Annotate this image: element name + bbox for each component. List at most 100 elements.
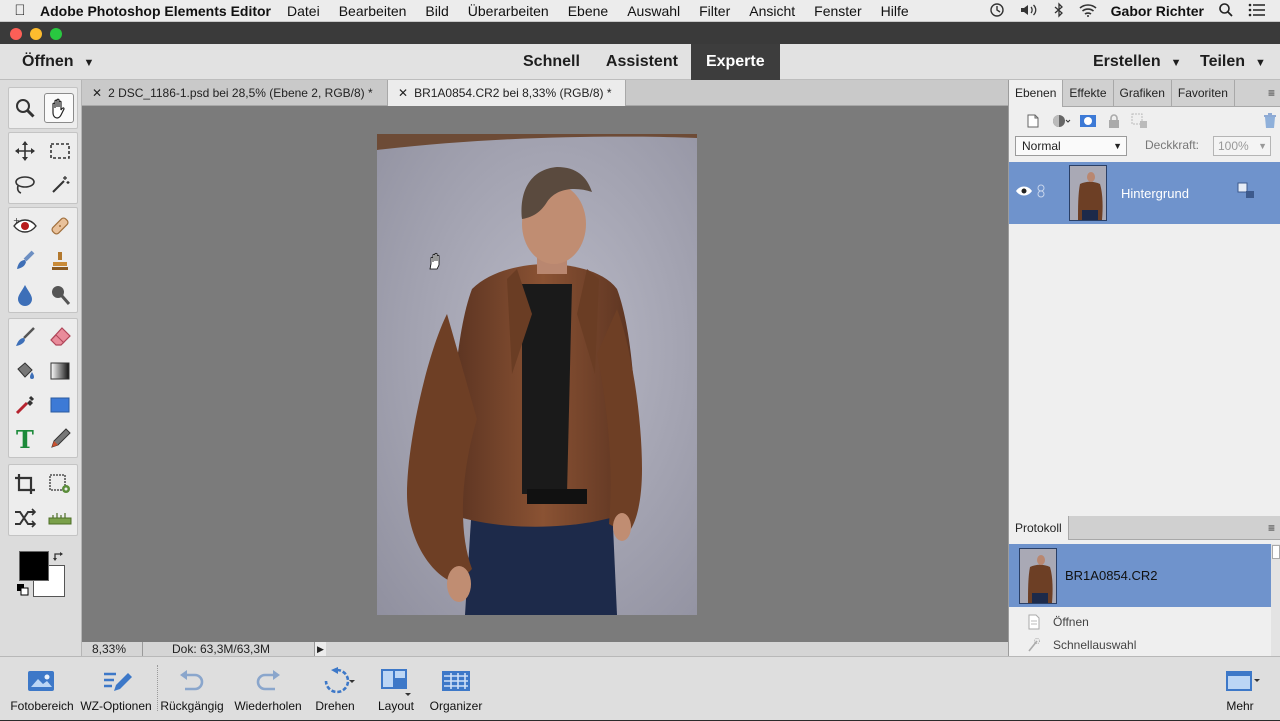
brush-tool-icon[interactable] [10, 322, 40, 352]
tab-protokoll[interactable]: Protokoll [1009, 516, 1069, 540]
menu-filter[interactable]: Filter [699, 3, 730, 19]
eyedropper-icon[interactable] [10, 390, 40, 420]
more-button[interactable]: Mehr [1198, 657, 1280, 721]
scrollbar-thumb[interactable] [1272, 545, 1280, 559]
layer-name[interactable]: Hintergrund [1121, 186, 1189, 201]
menu-ueberarbeiten[interactable]: Überarbeiten [468, 3, 549, 19]
swap-colors-icon[interactable] [52, 550, 66, 569]
menu-ansicht[interactable]: Ansicht [749, 3, 795, 19]
protocol-scrollbar[interactable] [1271, 544, 1280, 656]
history-snapshot[interactable]: BR1A0854.CR2 [1009, 544, 1271, 607]
tab-favoriten[interactable]: Favoriten [1172, 80, 1235, 107]
clone-stamp-icon[interactable] [45, 246, 75, 276]
new-layer-icon[interactable] [1025, 113, 1041, 134]
status-menu-arrow-icon[interactable]: ▶ [314, 642, 326, 656]
history-step-label: Öffnen [1053, 615, 1089, 629]
lock-transparency-icon[interactable] [1131, 113, 1149, 134]
shape-tool-icon[interactable] [45, 390, 75, 420]
tab-experte[interactable]: Experte [690, 44, 780, 80]
organizer-button[interactable]: Organizer [414, 657, 498, 721]
gradient-tool-icon[interactable] [45, 356, 75, 386]
user-menu[interactable]: Gabor Richter [1111, 3, 1204, 19]
toolbox: + T [0, 80, 82, 656]
recompose-tool-icon[interactable] [45, 469, 75, 499]
menu-datei[interactable]: Datei [287, 3, 320, 19]
zoom-tool-icon[interactable] [10, 93, 40, 123]
red-eye-tool-icon[interactable]: + [10, 211, 40, 241]
crop-tool-icon[interactable] [10, 469, 40, 499]
tab-schnell[interactable]: Schnell [510, 44, 593, 80]
spot-healing-brush-icon[interactable] [45, 211, 75, 241]
text-tool-icon[interactable]: T [10, 424, 40, 454]
protocol-panel: Protokoll ≡ BR1A0854.CR2 Öffnen Schnella… [1008, 516, 1280, 656]
lasso-tool-icon[interactable] [10, 170, 40, 200]
history-step[interactable]: Öffnen [1009, 612, 1271, 632]
close-icon[interactable]: ✕ [398, 86, 408, 100]
tab-grafiken[interactable]: Grafiken [1114, 80, 1172, 107]
chevron-down-icon: ▼ [83, 57, 95, 69]
lock-all-icon[interactable] [1107, 113, 1121, 134]
zoom-window-icon[interactable] [50, 28, 62, 40]
menu-fenster[interactable]: Fenster [814, 3, 861, 19]
minimize-window-icon[interactable] [30, 28, 42, 40]
blend-mode-select[interactable]: Normal ▼ [1015, 136, 1127, 156]
svg-text:+: + [13, 216, 20, 225]
document-photo[interactable] [377, 134, 697, 615]
link-layer-icon[interactable] [1037, 184, 1045, 203]
history-step[interactable]: Schnellauswahl [1009, 635, 1271, 655]
notification-center-icon[interactable] [1248, 3, 1266, 20]
app-name-menu[interactable]: Adobe Photoshop Elements Editor [40, 3, 271, 19]
magic-wand-icon[interactable] [45, 170, 75, 200]
menu-hilfe[interactable]: Hilfe [881, 3, 909, 19]
blur-tool-icon[interactable] [10, 280, 40, 310]
sponge-tool-icon[interactable] [45, 280, 75, 310]
visibility-eye-icon[interactable] [1015, 184, 1033, 202]
pencil-tool-icon[interactable] [45, 424, 75, 454]
tool-group-draw: T [8, 318, 78, 458]
apple-menu-icon[interactable]:  [0, 2, 40, 19]
time-machine-icon[interactable] [989, 2, 1005, 21]
menu-ebene[interactable]: Ebene [568, 3, 608, 19]
volume-icon[interactable] [1019, 2, 1039, 21]
zoom-level[interactable]: 8,33% [92, 642, 126, 656]
close-icon[interactable]: ✕ [92, 86, 102, 100]
smart-brush-icon[interactable] [10, 246, 40, 276]
menu-auswahl[interactable]: Auswahl [627, 3, 680, 19]
panel-menu-icon[interactable]: ≡ [1069, 516, 1280, 539]
wifi-icon[interactable] [1079, 3, 1097, 20]
hand-tool-icon[interactable] [44, 93, 74, 123]
panel-menu-icon[interactable]: ≡ [1235, 80, 1280, 106]
tab-assistent[interactable]: Assistent [593, 44, 691, 80]
chevron-down-icon: ▼ [1258, 141, 1267, 151]
tab-effekte[interactable]: Effekte [1063, 80, 1114, 107]
rectangle-marquee-icon[interactable] [45, 136, 75, 166]
content-aware-move-icon[interactable] [10, 503, 40, 533]
doc-tab-active[interactable]: ✕ BR1A0854.CR2 bei 8,33% (RGB/8) * [388, 80, 626, 106]
menu-bild[interactable]: Bild [425, 3, 448, 19]
blend-mode-value: Normal [1022, 139, 1061, 153]
opacity-input[interactable]: 100% ▼ [1213, 136, 1271, 156]
straighten-tool-icon[interactable] [45, 503, 75, 533]
canvas-area[interactable] [82, 106, 1008, 642]
bluetooth-icon[interactable] [1053, 1, 1065, 21]
foreground-color-swatch[interactable] [19, 551, 49, 581]
status-bar: 8,33% Dok: 63,3M/63,3M ▶ [82, 642, 1008, 656]
create-button[interactable]: Erstellen ▼ [1093, 44, 1181, 80]
move-tool-icon[interactable] [10, 136, 40, 166]
menu-bearbeiten[interactable]: Bearbeiten [339, 3, 407, 19]
default-colors-icon[interactable] [17, 583, 29, 601]
share-button[interactable]: Teilen ▼ [1200, 44, 1266, 80]
spotlight-search-icon[interactable] [1218, 2, 1234, 21]
layer-row[interactable]: Hintergrund [1009, 162, 1280, 224]
delete-layer-icon[interactable] [1263, 113, 1277, 134]
doc-tab[interactable]: ✕ 2 DSC_1186-1.psd bei 28,5% (Ebene 2, RG… [82, 80, 388, 106]
tab-ebenen[interactable]: Ebenen [1009, 80, 1064, 107]
layer-mask-icon[interactable] [1079, 113, 1097, 134]
document-tabs: ✕ 2 DSC_1186-1.psd bei 28,5% (Ebene 2, RG… [82, 80, 1008, 106]
divider [142, 642, 143, 656]
open-button[interactable]: Öffnen ▼ [22, 44, 94, 80]
adjustment-layer-icon[interactable] [1051, 113, 1071, 134]
close-window-icon[interactable] [10, 28, 22, 40]
eraser-tool-icon[interactable] [45, 322, 75, 352]
paint-bucket-icon[interactable] [10, 356, 40, 386]
